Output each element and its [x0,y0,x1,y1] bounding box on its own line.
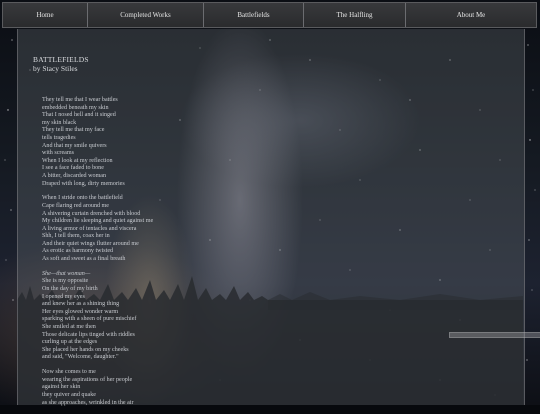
main-nav: Home Completed Works Battlefields The Ha… [2,2,537,28]
poem-stanza-3: She—that woman— She is my opposite On th… [42,271,153,362]
poem-line: Draped with long, dirty memories [42,180,125,187]
nav-about-me[interactable]: About Me [406,3,536,27]
nav-completed-works-label: Completed Works [120,11,171,19]
poem-line: They tell me that my face [42,127,105,134]
page-title: BATTLEFIELDS [33,55,89,64]
poem-stanza-2: When I stride onto the battlefield Cape … [42,195,153,263]
poem-line: I see a face faded to bone [42,165,104,172]
poem-stanza-1: They tell me that I wear battles embedde… [42,97,153,188]
poem-line: On the day of my birth [42,286,98,293]
nav-the-halfling[interactable]: The Halfling [304,3,406,27]
poem-line: A shivering curtain drenched with blood [42,210,141,217]
poem-line: they quiver and quake [42,391,96,398]
author-byline: by Stacy Stiles [33,64,78,73]
nav-completed-works[interactable]: Completed Works [88,3,204,27]
poem-line-emphasis: She—that woman— [42,270,91,277]
poem-line: She placed her hands on my cheeks [42,346,129,353]
poem-line: tells tragedies [42,134,76,141]
poem-line: Cape flaring red around me [42,202,110,209]
poem-line: against her skin [42,384,81,391]
poem-line: and said, "Welcome, daughter." [42,354,119,361]
nav-battlefields[interactable]: Battlefields [204,3,304,27]
poem-line: And their quiet wings flutter around me [42,240,139,247]
poem-line: and knew her as a shining thing [42,301,120,308]
poem-line: Now she comes to me [42,369,96,376]
poem-stanza-4: Now she comes to me wearing the aspirati… [42,369,153,407]
poem-line: sparking with a sheen of pure mischief [42,316,137,323]
nav-the-halfling-label: The Halfling [336,11,373,19]
poem-line: I opened my eyes [42,293,85,300]
nav-about-me-label: About Me [456,11,486,19]
poem-line: curling up at the edges [42,339,98,346]
poem-line: embedded beneath my skin [42,104,109,111]
poem-line: Shh, I tell them, coax her in [42,233,110,240]
poem-line: Those delicate lips tinged with riddles [42,331,135,338]
poem-line: My children lie sleeping and quiet again… [42,218,154,225]
poem-line: as she approaches, wrinkled in the air [42,399,134,406]
nav-battlefields-label: Battlefields [237,11,270,19]
poem-line: As soft and sweet as a final breath [42,256,126,263]
poem-line: When I stride onto the battlefield [42,195,123,202]
poem-line: That I nosed hell and it singed [42,112,116,119]
poem-body: They tell me that I wear battles embedde… [42,97,153,414]
poem-line: They tell me that I wear battles [42,97,118,103]
nav-home-label: Home [36,11,54,19]
poem-line: She is my opposite [42,278,89,285]
horizontal-scrollbar[interactable] [449,332,540,338]
poem-line: A living armor of tentacles and viscera [42,225,137,232]
poem-line: wearing the aspirations of her people [42,376,133,383]
poem-line: She smiled at me then [42,324,96,330]
poem-line: with screams [42,150,74,157]
nav-home[interactable]: Home [3,3,88,27]
poem-line: And that my smile quivers [42,142,107,149]
poem-line: A bitter, discarded woman [42,172,107,179]
poem-line: As erotic as harmony twisted [42,248,114,255]
